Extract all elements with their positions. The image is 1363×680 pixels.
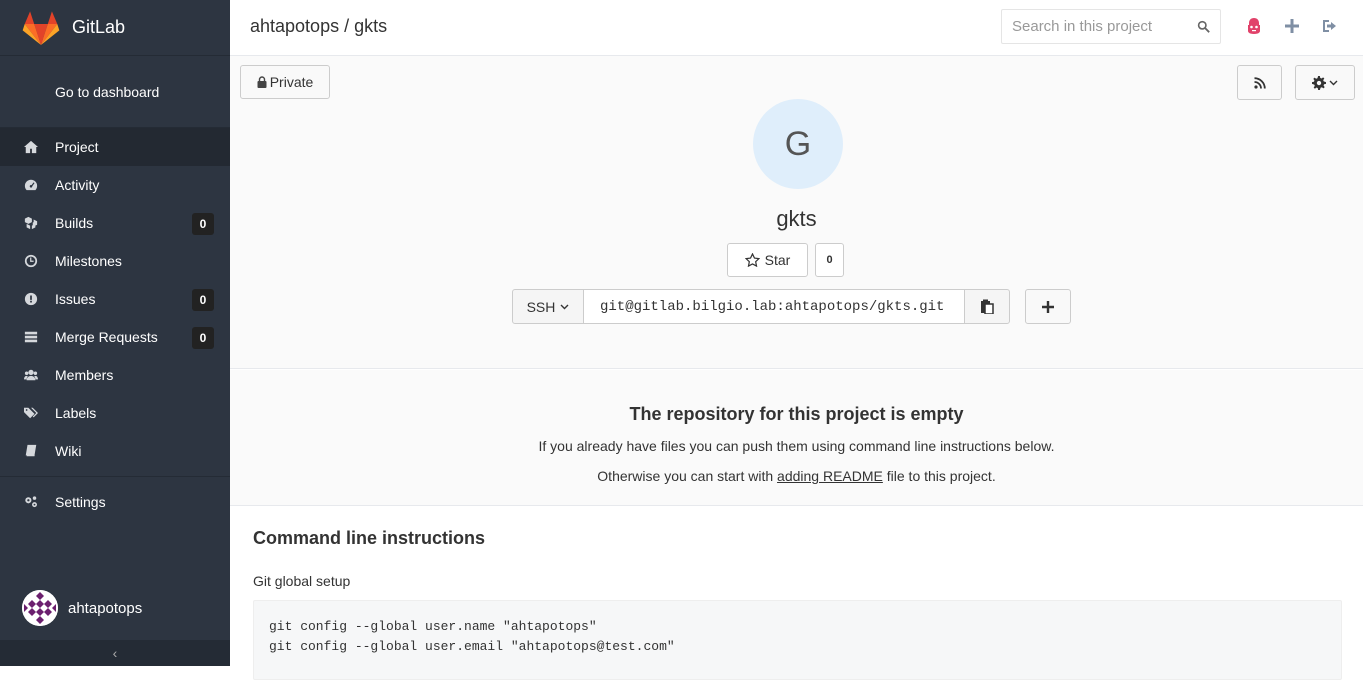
sidebar-item-label: Labels	[55, 405, 97, 421]
sidebar-item-activity[interactable]: Activity	[0, 166, 230, 204]
plus-icon	[1042, 300, 1054, 313]
brand[interactable]: GitLab	[0, 0, 230, 56]
sidebar-item-settings[interactable]: Settings	[0, 483, 230, 521]
sidebar-item-milestones[interactable]: Milestones	[0, 242, 230, 280]
clone-protocol-dropdown[interactable]: SSH	[512, 289, 584, 324]
lock-icon	[257, 76, 267, 88]
line2-suffix: file to this project.	[882, 468, 996, 484]
adding-readme-link[interactable]: adding README	[777, 468, 883, 484]
sidebar-item-label: Settings	[55, 494, 106, 510]
sidebar: GitLab Go to dashboard Project Activity …	[0, 0, 230, 666]
empty-repository-notice: The repository for this project is empty…	[230, 370, 1363, 506]
sidebar-nav: Project Activity Builds 0 Milestones Iss…	[0, 128, 230, 521]
command-line-instructions: Command line instructions Git global set…	[230, 507, 1363, 680]
issues-count-badge: 0	[192, 289, 214, 311]
add-file-button[interactable]	[1025, 289, 1071, 324]
sidebar-item-label: Members	[55, 367, 114, 383]
visibility-private-button[interactable]: Private	[240, 65, 330, 99]
project-avatar: G	[753, 99, 843, 189]
line2-prefix: Otherwise you can start with	[597, 468, 778, 484]
star-icon	[744, 253, 760, 267]
sign-out-icon[interactable]	[1320, 16, 1340, 36]
project-name: gkts	[776, 206, 817, 231]
project-settings-dropdown[interactable]	[1295, 65, 1355, 100]
tags-icon	[22, 404, 40, 422]
sidebar-item-label: Merge Requests	[55, 329, 158, 345]
code-line: git config --global user.name "ahtapotop…	[269, 619, 597, 634]
go-to-dashboard-link[interactable]: Go to dashboard	[0, 56, 230, 128]
user-name: ahtapotops	[68, 599, 143, 617]
brand-name: GitLab	[72, 17, 126, 37]
visibility-label: Private	[269, 74, 314, 90]
gitlab-logo-icon	[22, 10, 60, 45]
sidebar-item-label: Wiki	[55, 443, 82, 459]
avatar	[22, 590, 58, 626]
sidebar-item-issues[interactable]: Issues 0	[0, 280, 230, 318]
search-placeholder: Search in this project	[1012, 18, 1153, 35]
admin-area-icon[interactable]	[1244, 16, 1264, 36]
builds-count-badge: 0	[192, 213, 214, 235]
home-icon	[22, 138, 40, 156]
search-icon	[1197, 20, 1210, 33]
merge-requests-count-badge: 0	[192, 327, 214, 349]
clone-url-group: SSH git@gitlab.bilgio.lab:ahtapotops/gkt…	[512, 289, 1010, 324]
sidebar-item-builds[interactable]: Builds 0	[0, 204, 230, 242]
clone-url-input[interactable]: git@gitlab.bilgio.lab:ahtapotops/gkts.gi…	[584, 289, 964, 324]
empty-repo-line2: Otherwise you can start with adding READ…	[230, 468, 1363, 484]
sidebar-item-label: Issues	[55, 291, 96, 307]
plus-icon[interactable]	[1282, 16, 1302, 36]
sidebar-item-project[interactable]: Project	[0, 128, 230, 166]
sidebar-item-wiki[interactable]: Wiki	[0, 432, 230, 470]
sidebar-item-members[interactable]: Members	[0, 356, 230, 394]
sidebar-item-label: Milestones	[55, 253, 122, 269]
sidebar-item-merge-requests[interactable]: Merge Requests 0	[0, 318, 230, 356]
empty-repo-title: The repository for this project is empty	[629, 404, 964, 424]
rss-icon	[1253, 76, 1266, 89]
clock-icon	[22, 252, 40, 270]
sidebar-item-labels[interactable]: Labels	[0, 394, 230, 432]
chevron-down-icon	[560, 304, 569, 309]
users-icon	[22, 366, 40, 384]
sidebar-divider	[0, 476, 230, 477]
git-setup-code-block[interactable]: git config --global user.name "ahtapotop…	[253, 600, 1342, 680]
star-label: Star	[764, 252, 791, 268]
top-header: ahtapotops / gkts Search in this project	[230, 0, 1363, 56]
book-icon	[22, 442, 40, 460]
sidebar-item-label: Builds	[55, 215, 94, 231]
exclamation-circle-icon	[22, 290, 40, 308]
clone-protocol-label: SSH	[526, 298, 556, 315]
star-button[interactable]: Star	[727, 243, 808, 277]
git-setup-title: Git global setup	[253, 573, 351, 589]
code-line: git config --global user.email "ahtapoto…	[269, 639, 675, 654]
cmd-title: Command line instructions	[253, 528, 486, 548]
chevron-left-icon: ‹	[112, 645, 118, 661]
star-count[interactable]: 0	[815, 243, 844, 277]
sidebar-item-label: Project	[55, 139, 99, 155]
project-header-area: Private G gkts Star 0 SSH git@gitlab.bil…	[230, 56, 1363, 369]
copy-url-button[interactable]	[964, 289, 1010, 324]
gear-icon	[1312, 75, 1326, 90]
collapse-sidebar-button[interactable]: ‹	[0, 640, 230, 666]
chevron-down-icon	[1329, 80, 1338, 85]
sidebar-item-label: Activity	[55, 177, 100, 193]
clipboard-icon	[981, 299, 994, 314]
dashboard-icon	[22, 176, 40, 194]
rss-feed-button[interactable]	[1237, 65, 1282, 100]
user-profile[interactable]: ahtapotops	[22, 590, 142, 626]
empty-repo-line1: If you already have files you can push t…	[538, 438, 1055, 454]
page-title[interactable]: ahtapotops / gkts	[250, 16, 387, 37]
cubes-icon	[22, 214, 40, 232]
cogs-icon	[22, 493, 40, 511]
search-input[interactable]: Search in this project	[1001, 9, 1221, 44]
list-icon	[22, 328, 40, 346]
